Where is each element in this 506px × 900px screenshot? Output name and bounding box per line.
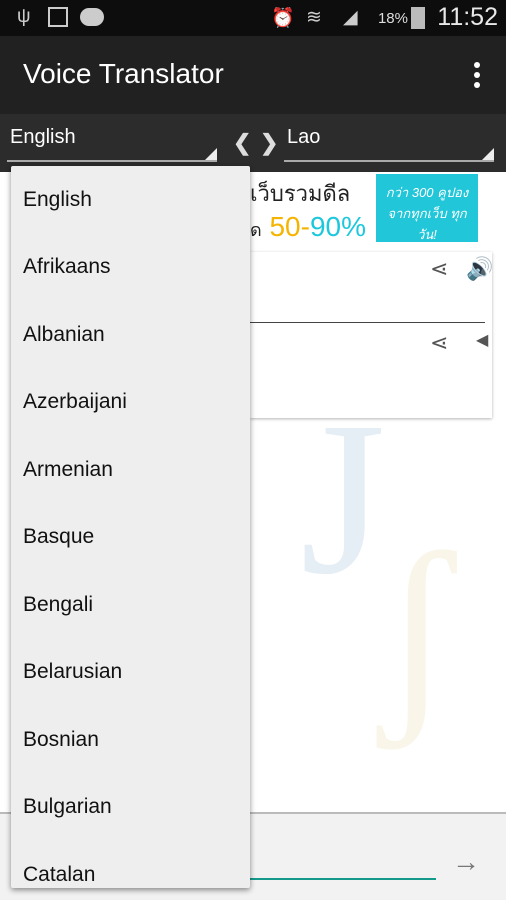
target-language: Lao: [287, 126, 321, 148]
app-bar: Voice Translator: [0, 36, 506, 114]
speaker-icon[interactable]: ◀: [476, 330, 488, 350]
overflow-menu-icon[interactable]: [474, 62, 482, 88]
target-language-spinner[interactable]: Lao: [284, 126, 494, 162]
dropdown-item[interactable]: Bengali: [11, 571, 250, 639]
dropdown-item[interactable]: Albanian: [11, 301, 250, 369]
translation-card: ⋖ 🔊 ⋖ ◀: [250, 252, 493, 418]
dropdown-item[interactable]: Catalan: [11, 841, 250, 888]
alarm-icon: ⏰: [271, 8, 295, 29]
share-icon[interactable]: ⋖: [430, 256, 448, 282]
language-dropdown[interactable]: English Afrikaans Albanian Azerbaijani A…: [11, 166, 250, 888]
battery-percent: 18%: [377, 10, 408, 27]
ad-text: จากทุกเว็บ ทุกวัน!: [387, 206, 467, 242]
background-decoration: ʃ: [380, 506, 454, 750]
text-input[interactable]: [250, 878, 436, 880]
source-language: English: [10, 126, 76, 148]
swap-right-icon[interactable]: ❯: [260, 130, 278, 156]
dropdown-item[interactable]: Azerbaijani: [11, 369, 250, 437]
ad-text: กว่า 300 คูปอง: [385, 185, 469, 200]
ad-banner[interactable]: เว็บรวมดีล ด 50-90% กว่า 300 คูปองจากทุก…: [248, 174, 478, 242]
dropdown-item[interactable]: Afrikaans: [11, 234, 250, 302]
swap-left-icon[interactable]: ❮: [233, 130, 251, 156]
language-bar: English ❮ ❯ Lao: [0, 114, 506, 172]
translate-arrow-icon[interactable]: →: [452, 846, 480, 878]
dropdown-triangle-icon: [205, 148, 217, 160]
share-icon[interactable]: ⋖: [430, 330, 448, 356]
divider: [250, 322, 485, 323]
status-bar: ψ ⏰ ≋ ◢ 18% 11:52: [0, 0, 506, 36]
dropdown-item[interactable]: Armenian: [11, 436, 250, 504]
ad-text: เว็บรวมดีล: [250, 181, 351, 206]
dropdown-item[interactable]: Bulgarian: [11, 774, 250, 842]
ad-text: 50-: [269, 211, 310, 242]
dropdown-item[interactable]: Belarusian: [11, 639, 250, 707]
app-title: Voice Translator: [23, 58, 224, 89]
image-icon: [48, 7, 68, 27]
ad-text: 90%: [309, 211, 366, 242]
dropdown-item[interactable]: Basque: [11, 504, 250, 572]
dropdown-item[interactable]: Bosnian: [11, 706, 250, 774]
source-language-spinner[interactable]: English: [7, 126, 217, 162]
clock: 11:52: [437, 3, 498, 31]
dropdown-item[interactable]: English: [11, 166, 250, 234]
wifi-icon: ≋: [306, 7, 322, 28]
message-icon: [80, 8, 104, 26]
usb-icon: ψ: [17, 6, 31, 27]
battery-charging-icon: [411, 7, 425, 29]
signal-icon: ◢: [343, 7, 358, 28]
dropdown-triangle-icon: [482, 148, 494, 160]
ad-text: ด: [250, 220, 262, 240]
speaker-icon[interactable]: 🔊: [466, 256, 493, 282]
